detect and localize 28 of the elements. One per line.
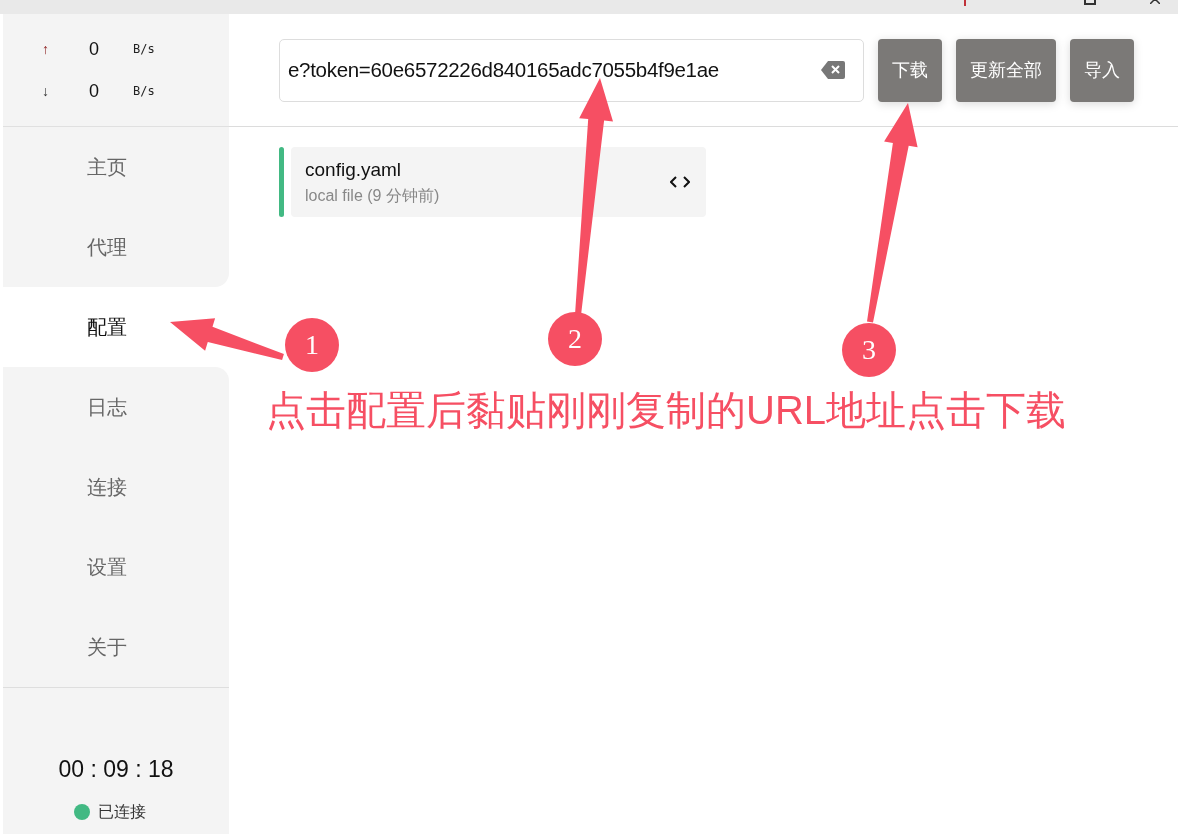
nav-item[interactable]: 设置 <box>3 527 229 607</box>
speed-value: 0 <box>88 79 99 103</box>
toolbar-button[interactable]: 下载 <box>878 38 942 102</box>
nav-item[interactable]: 日志 <box>3 367 229 447</box>
nav-item[interactable]: 主页 <box>3 127 229 207</box>
speed-unit: B/s <box>133 83 155 100</box>
uptime-timer: 00 : 09 : 18 <box>58 754 174 784</box>
nav-item[interactable]: 关于 <box>3 607 229 687</box>
toolbar-button[interactable]: 导入 <box>1070 38 1134 102</box>
nav-item[interactable]: 连接 <box>3 447 229 527</box>
profile-detail: local file (9 分钟前) <box>305 186 441 207</box>
code-icon[interactable] <box>670 176 690 188</box>
step-marker: 2 <box>548 312 602 366</box>
toolbar-button[interactable]: 更新全部 <box>956 38 1056 102</box>
speed-value: 0 <box>88 37 99 61</box>
clear-icon[interactable] <box>821 61 845 79</box>
step-marker: 1 <box>285 318 339 372</box>
nav-item[interactable]: 代理 <box>3 207 229 287</box>
annotation-caption: 点击配置后黏贴刚刚复制的URL地址点击下载 <box>266 387 1067 434</box>
profile-name: config.yaml <box>305 157 403 182</box>
profile-card[interactable]: config.yaml local file (9 分钟前) <box>291 147 706 217</box>
url-text: e?token=60e6572226d840165adc7055b4f9e1ae <box>288 56 720 83</box>
speed-unit: B/s <box>133 41 155 58</box>
download-arrow: ↓ <box>41 81 49 101</box>
url-field[interactable]: e?token=60e6572226d840165adc7055b4f9e1ae <box>279 38 864 102</box>
step-marker: 3 <box>842 323 896 377</box>
status-label: 已连接 <box>98 802 146 822</box>
upload-arrow: ↑ <box>41 39 49 59</box>
